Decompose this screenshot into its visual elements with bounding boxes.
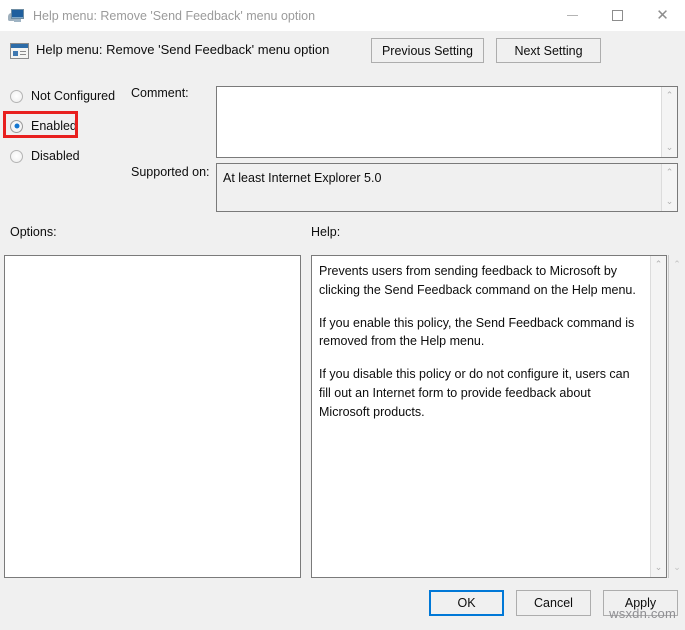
help-content: Prevents users from sending feedback to … [312, 256, 650, 577]
scroll-up-icon[interactable]: ⌃ [669, 258, 685, 272]
maximize-icon [612, 10, 623, 21]
radio-label: Disabled [31, 149, 80, 163]
supported-on-scrollbar[interactable]: ⌃ ⌄ [661, 164, 677, 211]
supported-on-label: Supported on: [131, 165, 210, 179]
options-label: Options: [10, 225, 57, 239]
cancel-button[interactable]: Cancel [516, 590, 591, 616]
help-paragraph: Prevents users from sending feedback to … [319, 264, 636, 297]
setting-header: Help menu: Remove 'Send Feedback' menu o… [0, 31, 685, 77]
minimize-icon [567, 15, 578, 16]
scroll-up-icon[interactable]: ⌃ [651, 258, 667, 272]
maximize-button[interactable] [595, 0, 640, 31]
radio-icon-selected [10, 119, 23, 133]
scroll-up-icon[interactable]: ⌃ [662, 89, 678, 103]
comment-scrollbar[interactable]: ⌃ ⌄ [661, 87, 677, 157]
dialog-scrollbar[interactable]: ⌃ ⌄ [668, 255, 685, 578]
group-policy-setting-dialog: Help menu: Remove 'Send Feedback' menu o… [0, 0, 685, 630]
help-paragraph: If you disable this policy or do not con… [319, 367, 630, 419]
radio-enabled[interactable]: Enabled [10, 115, 130, 137]
navigation-buttons: Previous Setting Next Setting [370, 38, 601, 63]
computer-monitor-icon [8, 8, 25, 24]
scroll-down-icon[interactable]: ⌄ [651, 561, 667, 575]
help-label: Help: [311, 225, 341, 239]
comment-textbox[interactable]: ⌃ ⌄ [216, 86, 678, 158]
window-controls: ✕ [550, 0, 685, 31]
help-paragraph: If you enable this policy, the Send Feed… [319, 315, 635, 349]
close-icon: ✕ [656, 6, 669, 24]
scroll-down-icon[interactable]: ⌄ [662, 195, 678, 209]
policy-setting-icon [10, 42, 29, 60]
radio-label: Enabled [31, 119, 77, 133]
radio-icon [10, 89, 23, 103]
scroll-up-icon[interactable]: ⌃ [662, 166, 678, 180]
scroll-down-icon[interactable]: ⌄ [662, 141, 678, 155]
radio-label: Not Configured [31, 89, 116, 103]
radio-disabled[interactable]: Disabled [10, 145, 130, 167]
policy-state-radio-group: Not Configured Enabled Disabled [10, 85, 130, 175]
window-title: Help menu: Remove 'Send Feedback' menu o… [33, 8, 316, 23]
previous-setting-button[interactable]: Previous Setting [370, 38, 484, 63]
comment-input[interactable] [217, 87, 661, 157]
scroll-down-icon[interactable]: ⌄ [669, 561, 685, 575]
page-title: Help menu: Remove 'Send Feedback' menu o… [36, 42, 330, 57]
options-panel[interactable] [4, 255, 301, 578]
title-bar: Help menu: Remove 'Send Feedback' menu o… [0, 0, 685, 31]
watermark: wsxdn.com [609, 606, 676, 621]
help-scrollbar[interactable]: ⌃ ⌄ [650, 256, 666, 577]
minimize-button[interactable] [550, 0, 595, 31]
ok-button[interactable]: OK [429, 590, 504, 616]
supported-on-textbox: At least Internet Explorer 5.0 ⌃ ⌄ [216, 163, 678, 212]
comment-label: Comment: [131, 86, 189, 100]
close-button[interactable]: ✕ [640, 0, 685, 31]
help-panel: Prevents users from sending feedback to … [311, 255, 667, 578]
next-setting-button[interactable]: Next Setting [496, 38, 601, 63]
radio-icon [10, 149, 23, 163]
supported-on-value: At least Internet Explorer 5.0 [223, 171, 382, 185]
radio-not-configured[interactable]: Not Configured [10, 85, 130, 107]
options-content [5, 256, 300, 577]
